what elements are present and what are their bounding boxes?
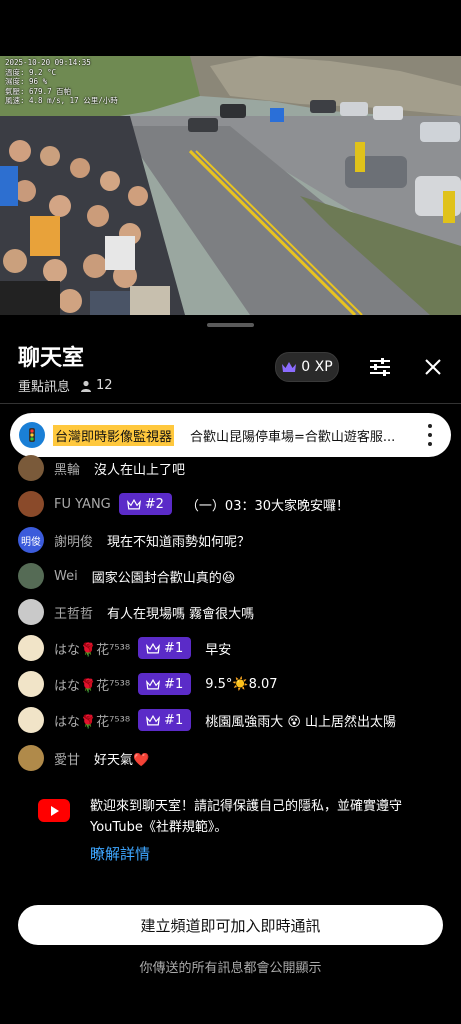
weather-overlay: 2025-10-20 09:14:35 溫度: 9.2 °C 濕度: 96 % …: [5, 58, 118, 106]
message-text: 沒人在山上了吧: [94, 462, 186, 478]
more-options-icon[interactable]: [427, 424, 433, 446]
crown-icon: [146, 642, 161, 653]
message-text: 國家公園封合歡山真的😆: [91, 570, 236, 586]
person-icon: [81, 380, 92, 392]
chat-mode-selector[interactable]: 重點訊息 12: [18, 376, 113, 395]
pinned-avatar: [19, 422, 45, 448]
avatar: [18, 563, 44, 589]
member-badge: #1: [138, 709, 192, 731]
settings-button[interactable]: [367, 354, 393, 380]
xp-label: 0 XP: [301, 359, 333, 375]
avatar: [18, 745, 44, 771]
badge-rank: #1: [164, 640, 184, 656]
author-name: 黑輪: [54, 462, 81, 478]
badge-rank: #1: [164, 676, 184, 692]
sliders-icon: [370, 358, 390, 376]
author-name: はな🌹花⁷⁵³⁸: [54, 678, 131, 694]
author-name: FU YANG: [54, 496, 111, 512]
chat-message[interactable]: 王哲哲 有人在現場嗎 霧會很大嗎: [18, 599, 254, 625]
close-icon: [425, 359, 441, 375]
message-text: 現在不知道雨勢如何呢？: [107, 534, 251, 550]
avatar: [18, 707, 44, 733]
avatar: [18, 671, 44, 697]
avatar: [18, 491, 44, 517]
live-video-player[interactable]: 2025-10-20 09:14:35 溫度: 9.2 °C 濕度: 96 % …: [0, 56, 461, 315]
avatar: [18, 599, 44, 625]
close-button[interactable]: [420, 354, 446, 380]
crown-icon: [146, 714, 161, 725]
member-badge: #1: [138, 637, 192, 659]
author-name: 王哲哲: [54, 606, 94, 622]
youtube-logo-icon: [38, 799, 70, 822]
crown-icon: [126, 498, 141, 509]
xp-button[interactable]: 0 XP: [275, 352, 339, 382]
chat-message[interactable]: FU YANG #2 （一）03：30大家晚安囉！: [18, 491, 349, 517]
chat-message[interactable]: 明俊 謝明俊 現在不知道雨勢如何呢？: [18, 527, 250, 553]
chat-message[interactable]: はな🌹花⁷⁵³⁸ #1 9.5°☀️8.07: [18, 671, 278, 697]
author-name: Wei: [54, 568, 78, 584]
public-notice: 你傳送的所有訊息都會公開顯示: [139, 961, 322, 976]
member-badge: #2: [118, 493, 172, 515]
traffic-light-icon: [29, 428, 35, 442]
member-badge: #1: [138, 673, 192, 695]
crown-icon: [146, 678, 161, 689]
message-text: 好天氣❤️: [94, 752, 150, 768]
chat-mode-label: 重點訊息: [18, 380, 71, 395]
welcome-text: 歡迎來到聊天室！請記得保護自己的隱私，並確實遵守 YouTube《社群規範》。: [90, 799, 403, 835]
avatar: [18, 455, 44, 481]
pinned-text: 合歡山昆陽停車場=合歡山遊客服...: [190, 429, 396, 445]
play-icon: [51, 805, 59, 816]
chat-message[interactable]: 黑輪 沒人在山上了吧: [18, 455, 185, 481]
badge-rank: #2: [144, 496, 164, 512]
pinned-message[interactable]: 台灣即時影像監視器 合歡山昆陽停車場=合歡山遊客服...: [10, 413, 451, 457]
overlay-temperature: 溫度: 9.2 °C: [5, 67, 57, 77]
badge-rank: #1: [164, 712, 184, 728]
overlay-wind: 風速: 4.8 m/s, 17 公里/小時: [5, 96, 118, 105]
author-name: はな🌹花⁷⁵³⁸: [54, 642, 131, 658]
message-text: 有人在現場嗎 霧會很大嗎: [107, 606, 255, 622]
status-bar: [0, 0, 461, 56]
avatar: 明俊: [18, 527, 44, 553]
message-text: 桃園風強雨大 😵 山上居然出太陽: [205, 714, 397, 730]
overlay-pressure: 氣壓: 679.7 百帕: [5, 86, 72, 96]
chat-message[interactable]: はな🌹花⁷⁵³⁸ #1 早安: [18, 635, 231, 661]
author-name: 謝明俊: [54, 534, 94, 550]
author-name: 愛甘: [54, 752, 81, 768]
crown-icon: [282, 362, 297, 372]
chat-message[interactable]: Wei 國家公園封合歡山真的😆: [18, 563, 235, 589]
create-channel-button[interactable]: 建立頻道即可加入即時通訊: [18, 905, 443, 945]
header-divider: [0, 403, 461, 404]
overlay-humidity: 濕度: 96 %: [5, 77, 48, 86]
message-text: （一）03：30大家晚安囉！: [185, 498, 350, 514]
chat-title: 聊天室: [18, 346, 85, 371]
avatar-initials: 明俊: [21, 536, 41, 548]
message-text: 早安: [205, 642, 232, 658]
drag-handle[interactable]: [207, 323, 254, 327]
overlay-timestamp: 2025-10-20 09:14:35: [5, 58, 91, 67]
chat-message[interactable]: はな🌹花⁷⁵³⁸ #1 桃園風強雨大 😵 山上居然出太陽: [18, 707, 396, 733]
viewer-count: 12: [80, 378, 113, 393]
pinned-author[interactable]: 台灣即時影像監視器: [53, 424, 175, 446]
avatar: [18, 635, 44, 661]
message-text: 9.5°☀️8.07: [205, 676, 278, 692]
viewer-count-value: 12: [96, 378, 113, 393]
learn-more-link[interactable]: 瞭解詳情: [90, 843, 150, 864]
chat-message[interactable]: 愛甘 好天氣❤️: [18, 745, 149, 771]
author-name: はな🌹花⁷⁵³⁸: [54, 714, 131, 730]
